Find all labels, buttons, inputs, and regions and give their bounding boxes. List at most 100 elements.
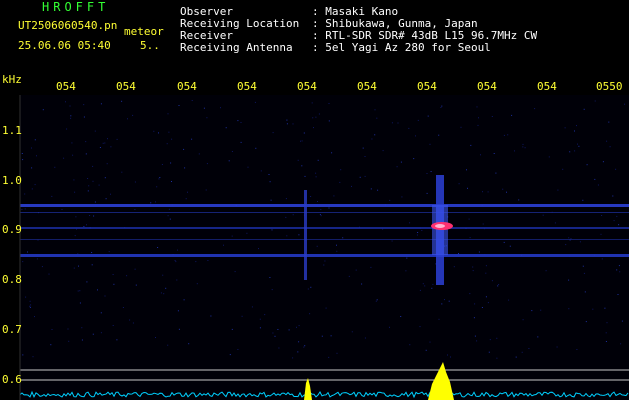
noise-speck xyxy=(310,286,312,288)
noise-speck xyxy=(441,303,443,305)
noise-speck xyxy=(304,175,306,177)
noise-speck xyxy=(328,103,330,104)
noise-speck xyxy=(616,269,618,271)
noise-speck xyxy=(424,285,426,287)
noise-speck xyxy=(359,176,361,178)
noise-speck xyxy=(340,169,342,171)
noise-speck xyxy=(438,134,440,136)
noise-speck xyxy=(158,178,160,180)
noise-speck xyxy=(206,163,208,165)
noise-speck xyxy=(272,132,274,134)
noise-speck xyxy=(511,114,513,116)
noise-speck xyxy=(502,188,504,190)
noise-speck xyxy=(416,234,418,236)
noise-speck xyxy=(568,237,570,239)
noise-speck xyxy=(127,118,128,120)
noise-speck xyxy=(514,150,515,152)
noise-speck xyxy=(576,349,578,350)
noise-speck xyxy=(99,147,101,148)
noise-speck xyxy=(495,172,497,174)
noise-speck xyxy=(174,260,176,261)
noise-speck xyxy=(22,261,24,263)
noise-speck xyxy=(597,184,599,186)
noise-speck xyxy=(271,289,273,291)
noise-speck xyxy=(85,153,87,155)
noise-speck xyxy=(97,289,98,291)
noise-speck xyxy=(42,109,44,111)
noise-speck xyxy=(508,299,510,301)
noise-speck xyxy=(605,332,607,334)
noise-speck xyxy=(309,313,311,315)
noise-speck xyxy=(301,165,303,167)
noise-speck xyxy=(429,143,431,145)
noise-speck xyxy=(600,233,602,235)
noise-speck xyxy=(438,318,440,320)
x-tick: 054 xyxy=(297,80,317,93)
noise-speck xyxy=(134,209,136,210)
noise-speck xyxy=(231,235,233,237)
noise-speck xyxy=(41,266,43,268)
noise-speck xyxy=(168,208,170,210)
noise-speck xyxy=(162,274,164,276)
noise-speck xyxy=(54,166,56,168)
noise-speck xyxy=(166,143,168,145)
noise-speck xyxy=(307,288,309,290)
noise-speck xyxy=(528,348,530,349)
mode-label: meteor xyxy=(124,25,164,38)
noise-speck xyxy=(601,258,603,260)
noise-speck xyxy=(156,186,158,188)
noise-speck xyxy=(196,283,198,285)
noise-speck xyxy=(417,119,419,121)
noise-speck xyxy=(129,319,131,321)
noise-speck xyxy=(98,184,100,186)
noise-speck xyxy=(406,257,408,259)
noise-speck xyxy=(260,170,262,172)
noise-speck xyxy=(318,113,320,115)
noise-speck xyxy=(75,216,77,218)
noise-speck xyxy=(110,193,111,195)
noise-speck xyxy=(609,146,611,148)
noise-speck xyxy=(22,354,24,356)
x-tick: 054 xyxy=(177,80,197,93)
noise-speck xyxy=(229,354,231,356)
noise-speck xyxy=(157,247,159,248)
noise-speck xyxy=(63,157,65,159)
noise-speck xyxy=(81,327,83,329)
noise-speck xyxy=(485,272,487,274)
noise-speck xyxy=(564,127,566,129)
noise-speck xyxy=(317,159,319,161)
noise-speck xyxy=(615,168,617,170)
noise-speck xyxy=(582,199,584,201)
noise-speck xyxy=(466,169,467,171)
noise-speck xyxy=(225,127,227,129)
noise-speck xyxy=(93,215,95,217)
noise-speck xyxy=(34,316,35,318)
noise-speck xyxy=(331,152,333,154)
noise-speck xyxy=(259,318,261,320)
noise-speck xyxy=(310,196,312,197)
noise-speck xyxy=(65,101,66,103)
noise-speck xyxy=(619,271,621,273)
noise-speck xyxy=(86,281,88,283)
noise-speck xyxy=(478,117,479,119)
noise-speck xyxy=(401,196,403,198)
noise-speck xyxy=(94,201,96,203)
noise-speck xyxy=(316,245,318,247)
noise-speck xyxy=(269,277,271,278)
noise-speck xyxy=(476,106,478,108)
noise-speck xyxy=(165,287,167,289)
noise-speck xyxy=(116,339,118,341)
noise-speck xyxy=(325,307,327,309)
noise-speck xyxy=(205,189,207,191)
noise-speck xyxy=(621,320,623,322)
noise-speck xyxy=(81,339,83,341)
noise-speck xyxy=(66,128,68,130)
spectrogram-field xyxy=(20,95,629,400)
counter: 5.. xyxy=(140,39,160,52)
noise-speck xyxy=(92,180,94,182)
noise-speck xyxy=(450,356,451,358)
noise-speck xyxy=(336,250,338,252)
noise-speck xyxy=(503,134,505,136)
noise-speck xyxy=(333,195,335,197)
noise-speck xyxy=(191,138,193,140)
